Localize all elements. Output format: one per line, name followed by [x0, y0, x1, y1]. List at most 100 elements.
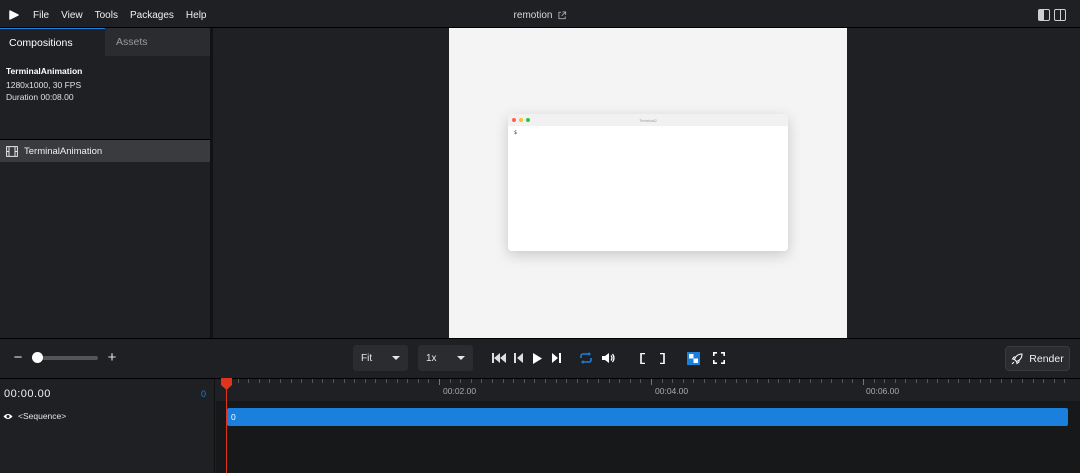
ruler-tick — [460, 379, 462, 383]
playhead-handle-icon[interactable] — [221, 378, 232, 390]
ruler-tick — [926, 379, 928, 383]
ruler-tick — [386, 379, 387, 383]
ruler-tick — [852, 379, 854, 383]
ruler-tick — [894, 379, 896, 383]
ruler-tick — [969, 379, 970, 383]
ruler-tick — [841, 379, 843, 383]
toggle-right-panel-icon[interactable] — [1054, 9, 1066, 21]
ruler-tick — [343, 379, 345, 383]
ruler-tick — [587, 379, 589, 383]
timeline: 00:00.00 0 <Sequence> 00:02.00 00:04.00 … — [0, 378, 1080, 473]
ruler-tick — [407, 379, 409, 383]
render-button[interactable]: Render — [1005, 346, 1070, 371]
timeline-zoom: − + — [12, 350, 118, 366]
ruler-tick — [788, 379, 790, 383]
menu-view[interactable]: View — [55, 3, 89, 28]
ruler-tick — [672, 379, 674, 383]
step-forward-icon[interactable] — [549, 351, 563, 365]
remotion-logo-icon[interactable] — [0, 3, 28, 28]
ruler-tick — [258, 379, 260, 383]
project-title-link[interactable]: remotion — [514, 3, 567, 28]
composition-duration: Duration 00:08.00 — [6, 92, 74, 102]
ruler-tick — [375, 379, 377, 383]
ruler-tick — [937, 379, 939, 383]
sequence-track-bar[interactable]: 0 — [227, 408, 1068, 426]
ruler-tick — [354, 379, 356, 383]
toggle-left-panel-icon[interactable] — [1038, 9, 1050, 21]
external-link-icon — [558, 11, 567, 20]
ruler-tick — [545, 379, 546, 383]
ruler-tick — [916, 379, 917, 383]
ruler-tick — [640, 379, 642, 383]
sidebar-item-terminal-animation[interactable]: TerminalAnimation — [0, 140, 210, 162]
timeline-ruler[interactable]: 00:02.00 00:04.00 00:06.00 — [216, 379, 1080, 401]
eye-icon[interactable] — [3, 413, 13, 420]
render-button-label: Render — [1029, 352, 1064, 365]
zoom-in-button[interactable]: + — [106, 350, 118, 366]
speed-select[interactable]: 1x — [418, 345, 473, 371]
menu-help[interactable]: Help — [180, 3, 213, 28]
tab-compositions[interactable]: Compositions — [0, 28, 105, 56]
ruler-tick — [725, 379, 727, 383]
volume-icon[interactable] — [602, 351, 616, 365]
timeline-tracks[interactable]: 00:02.00 00:04.00 00:06.00 0 — [216, 379, 1080, 473]
step-back-icon[interactable] — [512, 351, 526, 365]
ruler-tick — [619, 379, 621, 383]
menu-file[interactable]: File — [28, 3, 55, 28]
ruler-tick — [884, 379, 886, 383]
out-point-icon[interactable] — [655, 351, 669, 365]
ruler-tick — [704, 379, 705, 383]
ruler-tick — [576, 379, 578, 383]
ruler-tick — [513, 379, 515, 383]
layout-toggles — [1038, 9, 1066, 21]
size-select-value: Fit — [361, 352, 373, 364]
ruler-tick — [428, 379, 430, 383]
ruler-tick — [873, 379, 875, 383]
ruler-tick — [322, 379, 324, 383]
ruler-tick — [492, 379, 493, 383]
sidebar-item-label: TerminalAnimation — [24, 145, 103, 157]
preview-area: Terminal2 $ — [216, 28, 1080, 338]
terminal-prompt: $ — [514, 130, 518, 136]
chevron-down-icon — [457, 356, 465, 360]
ruler-tick — [534, 379, 536, 383]
ruler-tick — [831, 379, 833, 383]
ruler-tick — [979, 379, 981, 383]
jump-to-start-icon[interactable] — [492, 351, 506, 365]
fullscreen-icon[interactable] — [712, 351, 726, 365]
ruler-tick — [566, 379, 568, 383]
ruler-tick — [417, 379, 419, 383]
film-icon — [6, 145, 18, 157]
project-title: remotion — [513, 10, 553, 21]
ruler-tick — [682, 379, 684, 383]
ruler-tick — [555, 379, 557, 383]
composition-resolution: 1280x1000, 30 FPS — [6, 80, 82, 90]
ruler-tick — [248, 379, 250, 383]
zoom-slider-handle[interactable] — [32, 352, 43, 363]
composition-name: TerminalAnimation — [6, 66, 83, 76]
rocket-icon — [1011, 352, 1023, 364]
ruler-tick — [799, 379, 801, 383]
ruler-tick — [1022, 379, 1023, 383]
ruler-tick — [820, 379, 822, 383]
zoom-out-button[interactable]: − — [12, 350, 24, 366]
play-icon[interactable] — [530, 351, 544, 365]
ruler-tick — [237, 379, 239, 383]
menu-packages[interactable]: Packages — [124, 3, 180, 28]
checkerboard-icon[interactable] — [686, 351, 700, 365]
ruler-tick — [1032, 379, 1034, 383]
loop-icon[interactable] — [579, 351, 593, 365]
menu-tools[interactable]: Tools — [89, 3, 124, 28]
ruler-label: 00:06.00 — [866, 386, 900, 396]
ruler-tick — [905, 379, 907, 383]
chevron-down-icon — [392, 356, 400, 360]
tab-assets[interactable]: Assets — [104, 28, 210, 56]
zoom-slider[interactable] — [32, 352, 98, 363]
in-point-icon[interactable] — [636, 351, 650, 365]
ruler-label: 00:04.00 — [655, 386, 689, 396]
speed-select-value: 1x — [426, 352, 437, 364]
ruler-tick — [290, 379, 292, 383]
ruler-tick — [746, 379, 748, 383]
playhead-line[interactable] — [226, 380, 227, 473]
size-select[interactable]: Fit — [353, 345, 408, 371]
